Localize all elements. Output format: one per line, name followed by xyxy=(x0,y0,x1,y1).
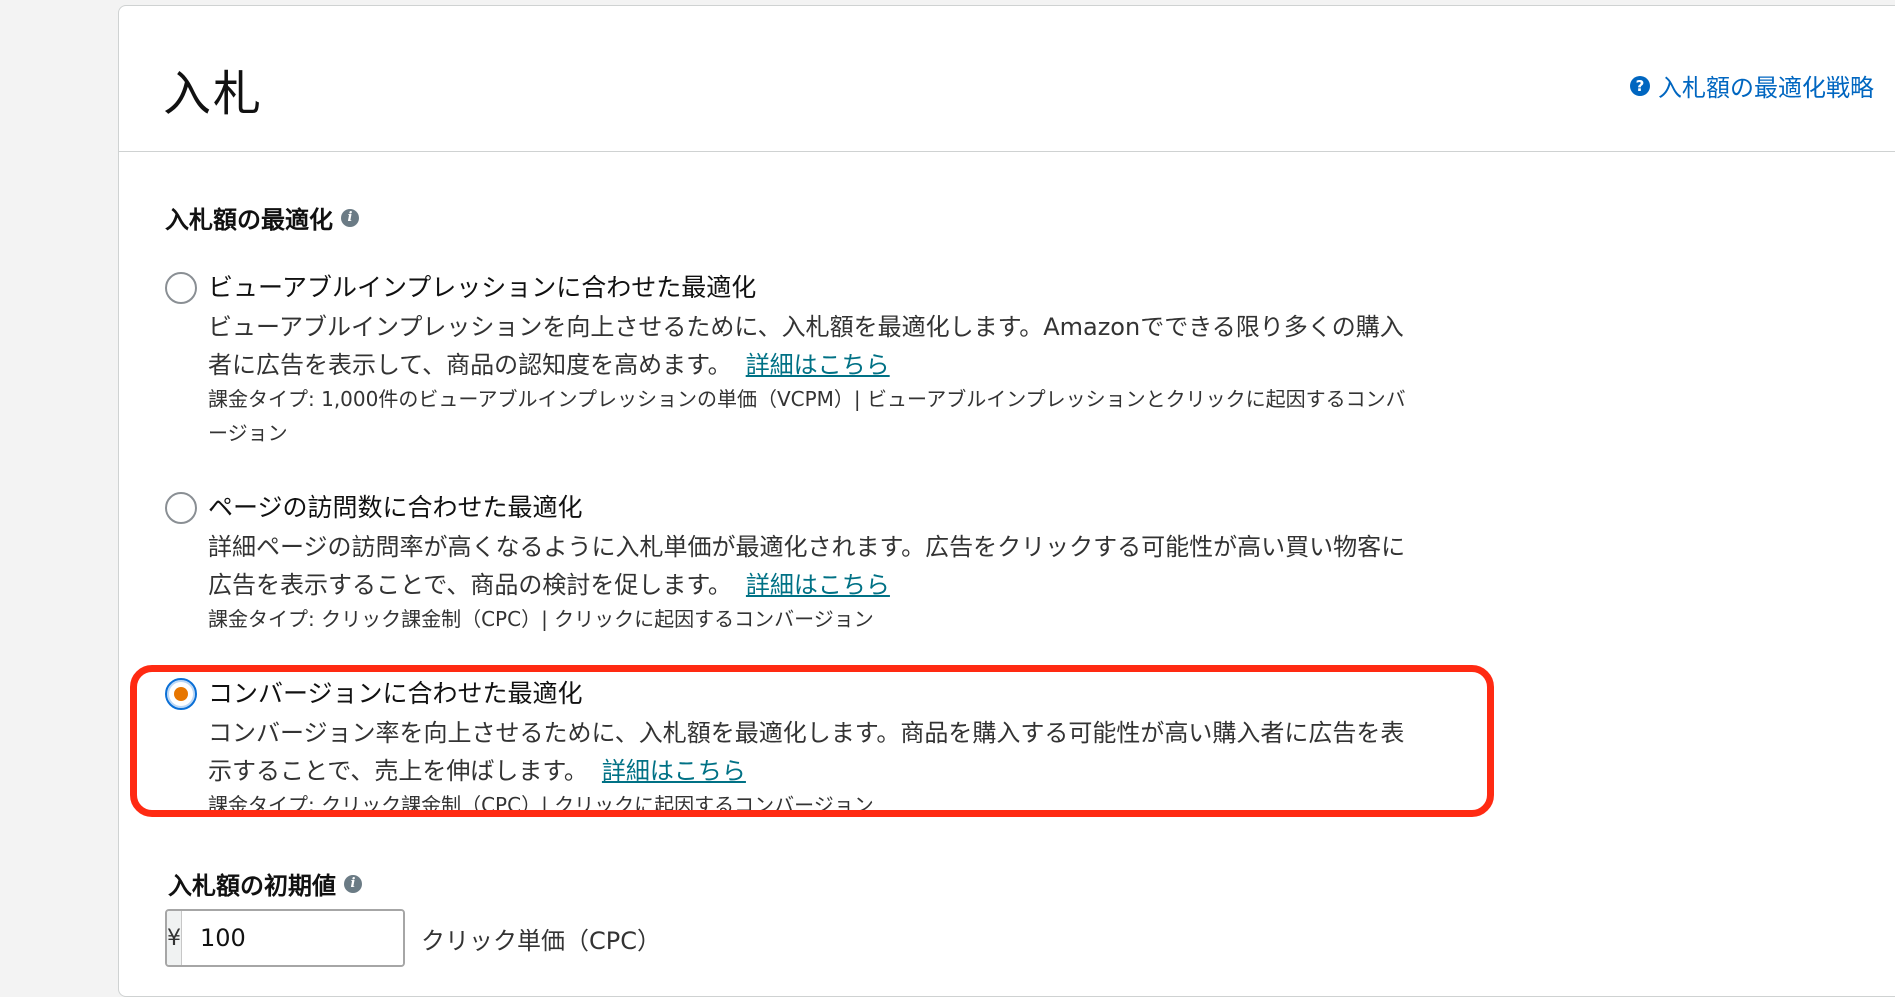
help-icon: ? xyxy=(1630,75,1650,96)
radio-page-visits[interactable] xyxy=(165,492,197,524)
option-description: ビューアブルインプレッションを向上させるために、入札額を最適化します。Amazo… xyxy=(208,308,1418,384)
option-description: 詳細ページの訪問率が高くなるように入札単価が最適化されます。広告をクリックする可… xyxy=(208,528,1418,604)
radio-conversions[interactable] xyxy=(165,678,197,710)
bid-optimization-title-text: 入札額の最適化 xyxy=(165,206,333,234)
info-icon[interactable]: i xyxy=(344,874,362,893)
option-label: ビューアブルインプレッションに合わせた最適化 xyxy=(208,273,757,302)
option-description-text: コンバージョン率を向上させるために、入札額を最適化します。商品を購入する可能性が… xyxy=(208,719,1405,785)
radio-viewable-impressions[interactable] xyxy=(165,272,197,304)
bid-input-group[interactable]: ¥ xyxy=(165,909,405,967)
option-description: コンバージョン率を向上させるために、入札額を最適化します。商品を購入する可能性が… xyxy=(208,714,1418,790)
initial-bid-title: 入札額の初期値 i xyxy=(168,866,362,901)
option-billing: 課金タイプ: クリック課金制（CPC）| クリックに起因するコンバージョン xyxy=(208,607,874,631)
learn-more-link[interactable]: 詳細はこちら xyxy=(746,571,890,599)
info-icon[interactable]: i xyxy=(341,208,359,227)
bid-suffix: クリック単価（CPC） xyxy=(421,926,661,955)
initial-bid-title-text: 入札額の初期値 xyxy=(168,872,336,900)
option-billing: 課金タイプ: 1,000件のビューアブルインプレッションの単価（VCPM）| ビ… xyxy=(208,387,1406,445)
option-label: ページの訪問数に合わせた最適化 xyxy=(208,493,583,522)
option-billing: 課金タイプ: クリック課金制（CPC）| クリックに起因するコンバージョン xyxy=(208,793,874,817)
bid-strategy-link-label: 入札額の最適化戦略 xyxy=(1658,74,1874,102)
bid-optimization-title: 入札額の最適化 i xyxy=(165,200,359,235)
currency-symbol: ¥ xyxy=(167,911,182,965)
learn-more-link[interactable]: 詳細はこちら xyxy=(602,757,746,785)
learn-more-link[interactable]: 詳細はこちら xyxy=(746,351,890,379)
panel-header: 入札 ? 入札額の最適化戦略 xyxy=(119,6,1895,152)
page-title: 入札 xyxy=(163,66,264,122)
bid-strategy-link[interactable]: ? 入札額の最適化戦略 xyxy=(1630,68,1874,103)
bid-amount-input[interactable] xyxy=(182,911,403,965)
initial-bid-row: ¥ クリック単価（CPC） xyxy=(165,909,661,967)
option-label: コンバージョンに合わせた最適化 xyxy=(208,679,583,708)
